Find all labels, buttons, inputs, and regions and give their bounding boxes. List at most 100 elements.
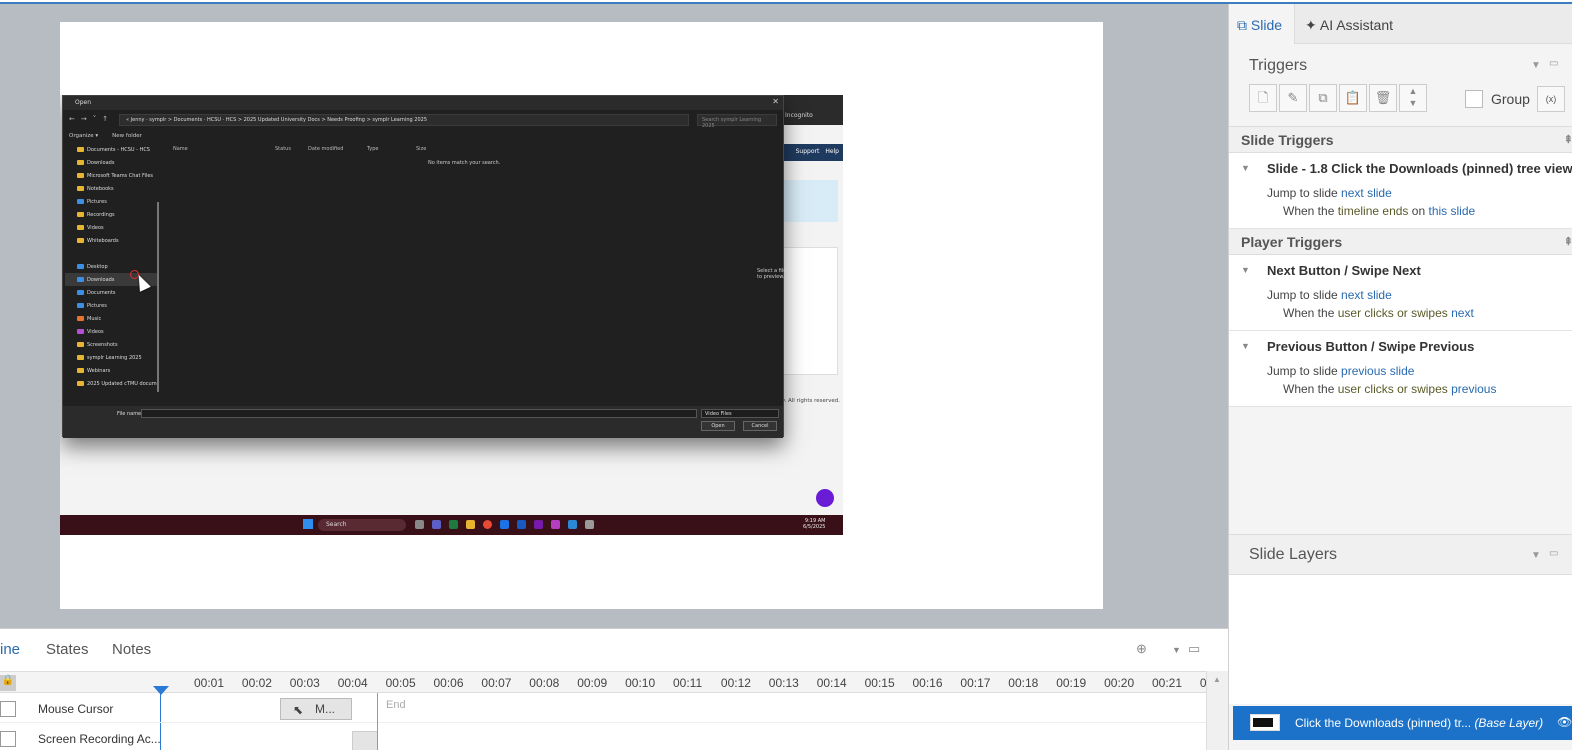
tree-item: Documents - HCSU - HCS	[65, 143, 157, 156]
word-icon	[517, 520, 526, 529]
file-name-label: File name:	[117, 411, 143, 417]
undock-icon[interactable]: ▭	[1188, 641, 1200, 657]
timeline-clip[interactable]	[352, 731, 378, 750]
open-button: Open	[701, 421, 735, 431]
file-name-field	[141, 409, 697, 418]
expand-triangle-icon[interactable]: ▼	[1241, 265, 1250, 275]
ruler-tick: 00:19	[1056, 676, 1087, 690]
trigger-list: Slide Triggers ⇞ ▼ Slide - 1.8 Click the…	[1229, 126, 1572, 407]
new-folder-button: New folder	[112, 133, 142, 139]
tree-item-label: symplr Learning 2025	[87, 354, 142, 361]
onenote-icon	[534, 520, 543, 529]
tab-timeline[interactable]: ine	[0, 641, 20, 658]
paste-trigger-button[interactable]: 📋	[1339, 84, 1367, 112]
action-target-link[interactable]: next slide	[1341, 288, 1392, 302]
screen-recording-image[interactable]: Incognito Support Help ly. All rights re…	[60, 95, 843, 535]
col-size: Size	[416, 146, 427, 152]
trigger-item[interactable]: ▼ Next Button / Swipe Next Jump to slide…	[1229, 255, 1572, 331]
new-trigger-button[interactable]: 🗋	[1249, 84, 1277, 112]
trigger-title[interactable]: ▼ Previous Button / Swipe Previous	[1229, 331, 1572, 362]
folder-icon	[77, 238, 84, 243]
ruler-tick: 00:05	[385, 676, 416, 690]
timeline-end-marker[interactable]	[377, 693, 378, 750]
folder-icon	[77, 303, 84, 308]
tree-item-label: Downloads	[87, 159, 115, 166]
open-file-dialog: Open ✕ ←→˅↑ « Jenny · symplr > Documents…	[62, 95, 786, 438]
timeline-scrollbar[interactable]: ▲	[1206, 671, 1228, 750]
timeline-clip[interactable]: ⬉ M...	[280, 698, 352, 720]
tab-slide[interactable]: ⧉ Slide	[1229, 4, 1295, 44]
when-target-link[interactable]: this slide	[1428, 204, 1475, 218]
tree-item-label: Recordings	[87, 211, 115, 218]
ruler-tick: 00:04	[337, 676, 368, 690]
timeline-ruler[interactable]: 🔒 00:01 00:02 00:03 00:04 00:05 00:06 00:07 00:…	[0, 671, 1228, 695]
when-prefix: When the	[1283, 382, 1335, 396]
ruler-tick: 00:10	[625, 676, 656, 690]
when-event-link[interactable]: user clicks or swipes	[1338, 306, 1448, 320]
delete-trigger-button[interactable]: 🗑	[1369, 84, 1397, 112]
trigger-action: Jump to slide previous slide	[1229, 362, 1572, 380]
ruler-tick: 00:15	[864, 676, 895, 690]
todo-icon	[568, 520, 577, 529]
dropdown-arrow-icon[interactable]: ▼	[1531, 550, 1541, 561]
folder-icon	[77, 381, 84, 386]
undock-icon[interactable]: ▭	[1549, 58, 1558, 69]
dialog-command-bar: Organize ▾ New folder	[69, 133, 142, 139]
folder-icon	[77, 316, 84, 321]
group-checkbox[interactable]	[1465, 90, 1483, 108]
collapse-icon[interactable]: ⇞	[1564, 133, 1572, 146]
tree-item-label: Videos	[87, 328, 104, 335]
folder-icon	[77, 342, 84, 347]
trigger-item[interactable]: ▼ Slide - 1.8 Click the Downloads (pinne…	[1229, 153, 1572, 229]
dialog-nav-arrows-icon: ←→˅↑	[69, 115, 115, 123]
when-event-link[interactable]: timeline ends	[1338, 204, 1409, 218]
expand-triangle-icon[interactable]: ▼	[1241, 163, 1250, 173]
edit-trigger-button[interactable]: ✎	[1279, 84, 1307, 112]
row-visibility-checkbox[interactable]	[0, 731, 16, 747]
copy-trigger-button[interactable]: ⧉	[1309, 84, 1337, 112]
organize-menu: Organize ▾	[69, 133, 99, 139]
variables-button[interactable]: (x)	[1537, 86, 1565, 112]
tree-item: Downloads	[65, 156, 157, 169]
move-trigger-button[interactable]: ▲ ▼	[1399, 84, 1427, 112]
slide-canvas[interactable]: Incognito Support Help ly. All rights re…	[60, 22, 1103, 609]
taskbar-clock: 9:19 AM 6/5/2025	[803, 518, 825, 530]
tree-item: Notebooks	[65, 182, 157, 195]
tree-item-label: Screenshots	[87, 341, 118, 348]
trigger-item[interactable]: ▼ Previous Button / Swipe Previous Jump …	[1229, 331, 1572, 407]
triggers-title: Triggers	[1249, 57, 1308, 74]
trigger-title[interactable]: ▼ Slide - 1.8 Click the Downloads (pinne…	[1229, 153, 1572, 184]
ruler-tick: 00:14	[816, 676, 847, 690]
ruler-tick: 00:21	[1152, 676, 1183, 690]
fit-timeline-icon[interactable]: ⊕	[1136, 641, 1147, 657]
trigger-title[interactable]: ▼ Next Button / Swipe Next	[1229, 255, 1572, 286]
undock-icon[interactable]: ▭	[1549, 548, 1558, 559]
base-layer-row[interactable]: Click the Downloads (pinned) tr... (Base…	[1233, 706, 1572, 740]
end-label: End	[386, 699, 406, 711]
tab-notes[interactable]: Notes	[112, 641, 151, 658]
timeline-row[interactable]: Screen Recording Ac...	[0, 725, 1228, 750]
lock-icon[interactable]: 🔒	[0, 675, 16, 691]
tree-item: symplr Learning 2025	[65, 351, 157, 364]
folder-icon	[77, 173, 84, 178]
timeline-row[interactable]: Mouse Cursor ⬉ M...	[0, 695, 1228, 723]
playhead-icon[interactable]	[153, 686, 169, 695]
eye-icon[interactable]: 👁	[1557, 715, 1572, 729]
tree-item-label: Documents	[87, 289, 116, 296]
dropdown-arrow-icon[interactable]: ▼	[1531, 60, 1541, 71]
tree-item: Desktop	[65, 260, 157, 273]
dropdown-arrow-icon[interactable]: ▼	[1172, 645, 1181, 655]
expand-triangle-icon[interactable]: ▼	[1241, 341, 1250, 351]
when-event-link[interactable]: user clicks or swipes	[1338, 382, 1448, 396]
when-target-link[interactable]: next	[1451, 306, 1474, 320]
explorer-icon	[466, 520, 475, 529]
row-visibility-checkbox[interactable]	[0, 701, 16, 717]
ruler-tick: 00:17	[960, 676, 991, 690]
action-target-link[interactable]: next slide	[1341, 186, 1392, 200]
tab-states[interactable]: States	[46, 641, 89, 658]
action-target-link[interactable]: previous slide	[1341, 364, 1414, 378]
collapse-icon[interactable]: ⇞	[1564, 235, 1572, 248]
folder-icon	[77, 368, 84, 373]
when-target-link[interactable]: previous	[1451, 382, 1496, 396]
tab-ai-assistant[interactable]: ✦ AI Assistant	[1297, 4, 1407, 44]
